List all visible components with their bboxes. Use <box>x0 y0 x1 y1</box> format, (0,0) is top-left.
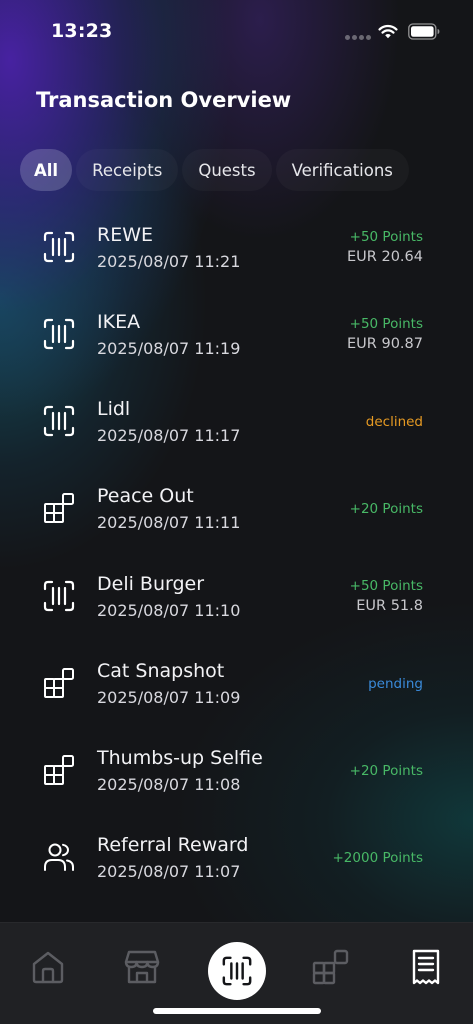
transaction-row[interactable]: Lidl 2025/08/07 11:17 declined <box>0 386 473 458</box>
quest-blocks-icon <box>44 668 74 698</box>
transaction-points: +50 Points <box>349 316 423 332</box>
users-icon <box>44 843 74 871</box>
transaction-row[interactable]: REWE 2025/08/07 11:21 +50 Points EUR 20.… <box>0 212 473 284</box>
transaction-row[interactable]: Thumbs-up Selfie 2025/08/07 11:08 +20 Po… <box>0 735 473 807</box>
tab-verifications[interactable]: Verifications <box>276 149 409 191</box>
transaction-date: 2025/08/07 11:09 <box>97 688 241 707</box>
transaction-name: Cat Snapshot <box>97 660 225 682</box>
app-screen: 13:23 Transaction Overview All Receipts … <box>0 0 473 1024</box>
transaction-amount: EUR 20.64 <box>347 249 423 265</box>
signal-dots-icon <box>345 35 371 40</box>
transaction-name: Referral Reward <box>97 834 249 856</box>
transaction-amount: EUR 90.87 <box>347 336 423 352</box>
transaction-date: 2025/08/07 11:08 <box>97 775 241 794</box>
transaction-name: IKEA <box>97 311 141 333</box>
transactions-receipt-icon[interactable] <box>406 947 446 987</box>
transaction-points: +50 Points <box>349 578 423 594</box>
battery-icon <box>408 23 440 40</box>
store-icon[interactable] <box>122 947 162 987</box>
tab-receipts[interactable]: Receipts <box>76 149 178 191</box>
filter-tabs: All Receipts Quests Verifications <box>20 149 409 191</box>
page-title: Transaction Overview <box>36 88 292 112</box>
transaction-date: 2025/08/07 11:21 <box>97 252 241 271</box>
transaction-row[interactable]: Referral Reward 2025/08/07 11:07 +2000 P… <box>0 822 473 894</box>
transaction-status-declined: declined <box>365 414 423 430</box>
transaction-points: +20 Points <box>349 763 423 779</box>
quest-blocks-icon <box>44 755 74 785</box>
transaction-date: 2025/08/07 11:10 <box>97 601 241 620</box>
transaction-points: +20 Points <box>349 501 423 517</box>
wifi-icon <box>378 24 398 39</box>
tab-all[interactable]: All <box>20 149 73 191</box>
quests-icon[interactable] <box>310 947 350 987</box>
transaction-name: Thumbs-up Selfie <box>97 747 263 769</box>
transaction-name: Peace Out <box>97 485 194 507</box>
status-time: 13:23 <box>51 20 113 42</box>
receipt-scan-icon <box>43 318 75 350</box>
transaction-amount: EUR 51.8 <box>356 598 423 614</box>
home-icon[interactable] <box>28 947 68 987</box>
transaction-date: 2025/08/07 11:11 <box>97 513 241 532</box>
transaction-points: +50 Points <box>349 229 423 245</box>
transaction-row[interactable]: Deli Burger 2025/08/07 11:10 +50 Points … <box>0 561 473 633</box>
scan-receipt-icon <box>222 956 252 986</box>
transaction-name: REWE <box>97 224 153 246</box>
transaction-row[interactable]: Peace Out 2025/08/07 11:11 +20 Points <box>0 473 473 545</box>
transaction-date: 2025/08/07 11:17 <box>97 426 241 445</box>
scan-receipt-button[interactable] <box>208 942 266 1000</box>
transaction-points: +2000 Points <box>332 850 423 866</box>
transaction-date: 2025/08/07 11:07 <box>97 862 241 881</box>
quest-blocks-icon <box>44 493 74 523</box>
transaction-status-pending: pending <box>368 676 423 692</box>
transaction-row[interactable]: IKEA 2025/08/07 11:19 +50 Points EUR 90.… <box>0 299 473 371</box>
tab-quests[interactable]: Quests <box>182 149 271 191</box>
transaction-row[interactable]: Cat Snapshot 2025/08/07 11:09 pending <box>0 648 473 720</box>
receipt-scan-icon <box>43 580 75 612</box>
receipt-scan-icon <box>43 231 75 263</box>
transaction-name: Lidl <box>97 398 131 420</box>
receipt-scan-icon <box>43 405 75 437</box>
transaction-name: Deli Burger <box>97 573 205 595</box>
home-indicator <box>153 1008 321 1014</box>
transaction-date: 2025/08/07 11:19 <box>97 339 241 358</box>
